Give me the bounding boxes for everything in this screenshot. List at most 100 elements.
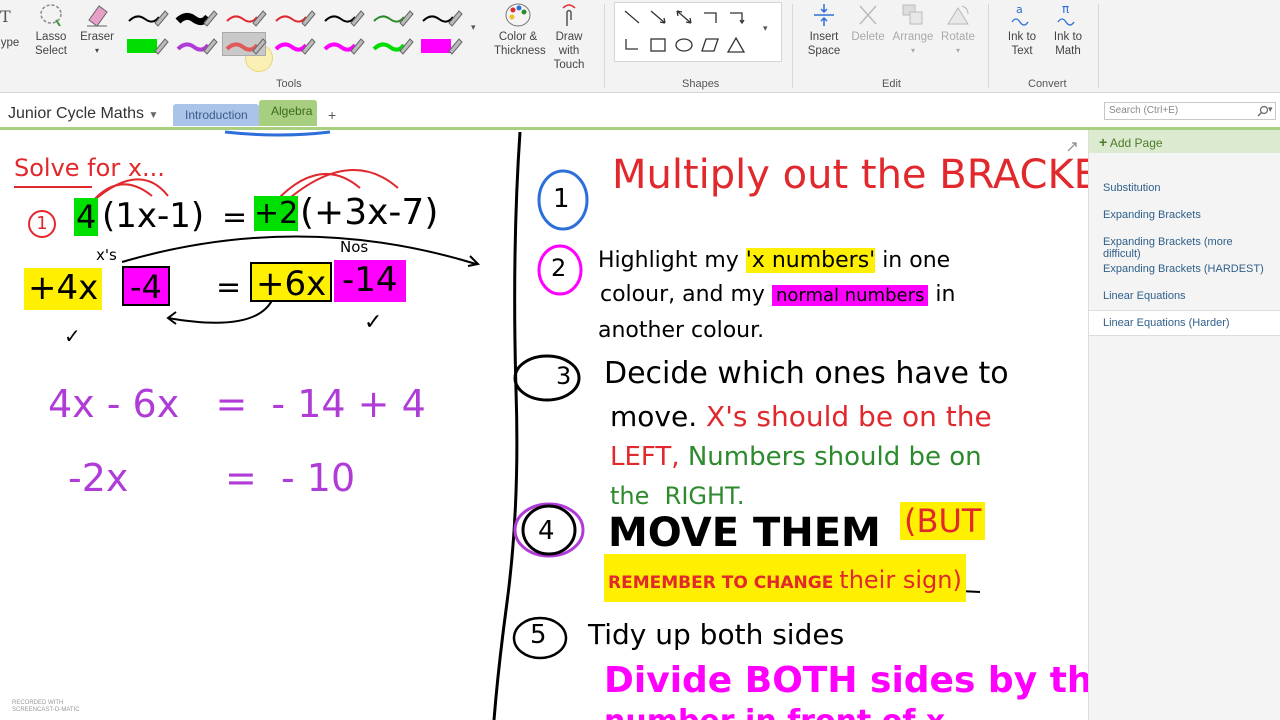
step5-line1: Tidy up both sides (588, 618, 845, 651)
page-item[interactable]: Substitution (1089, 176, 1280, 202)
step4-remember-text: REMEMBER TO CHANGE (608, 573, 840, 593)
triangle-shape-icon[interactable] (725, 35, 747, 55)
pen-swatch[interactable] (124, 32, 169, 56)
expand-icon[interactable] (1066, 140, 1078, 152)
insert-space-icon (814, 4, 834, 26)
arrange-button[interactable]: Arrange ▾ (890, 2, 936, 58)
eq1-left-bracket: (1x-1) (102, 196, 205, 236)
pen-swatch[interactable] (320, 4, 365, 28)
step3-move: move. (610, 400, 707, 433)
corner-shape-icon[interactable] (621, 35, 643, 55)
page-item[interactable]: Expanding Brackets (more difficult) (1089, 230, 1280, 260)
page-item-selected[interactable]: Linear Equations (Harder) (1089, 310, 1280, 336)
page-canvas[interactable]: Solve for x... 1 4 (1x-1) = +2 (+3x-7) x… (0, 130, 1088, 720)
color-thickness-button[interactable]: Color & Thickness (494, 2, 546, 58)
pen-icon (127, 38, 169, 55)
lasso-label-1: Lasso (35, 31, 67, 43)
eq1-left-coef: 4 (74, 198, 99, 236)
eq2-term2: -4 (122, 266, 170, 306)
svg-text:a: a (1016, 3, 1023, 16)
pen-icon (373, 10, 414, 27)
shapes-more-icon[interactable]: ▾ (763, 23, 768, 34)
step2-a: Highlight my (598, 248, 746, 273)
tools-group-label: Tools (276, 78, 302, 90)
eq3: 4x - 6x = - 14 + 4 (48, 382, 426, 426)
delete-button[interactable]: Delete (848, 2, 888, 44)
rotate-dropdown-icon[interactable]: ▾ (938, 44, 978, 58)
page-item[interactable]: Expanding Brackets (HARDEST) (1089, 257, 1280, 283)
eq2-term4: -14 (334, 260, 406, 302)
ink-to-text-button[interactable]: a Ink to Text (1000, 2, 1044, 58)
step2-normal-numbers: normal numbers (771, 285, 929, 306)
line-shape-icon[interactable] (621, 7, 643, 27)
eraser-dropdown-icon[interactable]: ▾ (78, 44, 116, 58)
lasso-select-button[interactable]: Lasso Select (30, 2, 72, 58)
pen-swatch[interactable] (222, 32, 267, 56)
add-page-label: Add Page (1109, 136, 1163, 150)
axis-shape-icon[interactable] (699, 7, 721, 27)
add-page-button[interactable]: + Add Page (1089, 130, 1280, 153)
notebook-selector[interactable]: Junior Cycle Maths ▼ (8, 105, 158, 123)
pen-swatch[interactable] (271, 32, 316, 56)
pen-icon (226, 10, 267, 27)
lasso-icon (40, 4, 62, 27)
step3-line4: the RIGHT. (610, 482, 745, 510)
nos-label: Nos (340, 238, 369, 256)
eraser-button[interactable]: Eraser ▾ (78, 2, 116, 58)
page-item[interactable]: Linear Equations (1089, 284, 1280, 310)
pen-swatch[interactable] (271, 4, 316, 28)
pen-swatch[interactable] (173, 4, 218, 28)
draw-with-touch-button[interactable]: Draw with Touch (544, 2, 594, 72)
arrange-dropdown-icon[interactable]: ▾ (890, 44, 936, 58)
palette-icon (505, 3, 531, 27)
pen-swatch[interactable] (369, 32, 414, 56)
type-button[interactable]: ype (0, 36, 20, 50)
pen-swatch[interactable] (418, 4, 463, 28)
pen-swatch[interactable] (320, 32, 365, 56)
delete-icon (859, 5, 877, 25)
separator (604, 4, 605, 88)
pen-swatch[interactable] (124, 4, 169, 28)
tab-algebra[interactable]: Algebra (259, 100, 317, 126)
add-section-button[interactable]: + (328, 107, 336, 123)
insert-space-button[interactable]: Insert Space (800, 2, 848, 58)
xs-label: x's (96, 246, 117, 264)
eq1-equals: = (222, 200, 248, 235)
step2-x-numbers: 'x numbers' (745, 248, 876, 273)
search-input[interactable]: Search (Ctrl+E) (1104, 102, 1276, 120)
ink-to-math-button[interactable]: π Ink to Math (1046, 2, 1090, 58)
parallelogram-shape-icon[interactable] (699, 35, 721, 55)
rotate-button[interactable]: Rotate ▾ (938, 2, 978, 58)
ink-to-math-label-1: Ink to (1053, 31, 1083, 43)
step1-text: Multiply out the BRACKETS (612, 152, 1088, 198)
pen-swatch[interactable] (173, 32, 218, 56)
pen-swatch[interactable] (222, 4, 267, 28)
rectangle-shape-icon[interactable] (647, 35, 669, 55)
eraser-icon (87, 5, 108, 27)
step2-line3: another colour. (598, 318, 765, 343)
type-icon[interactable]: T (0, 2, 20, 32)
page-item[interactable]: Expanding Brackets (1089, 203, 1280, 229)
ink-to-text-label-2: Text (1011, 45, 1033, 57)
pen-icon (372, 38, 414, 55)
step1-number: 1 (553, 184, 570, 214)
pen-swatch[interactable] (369, 4, 414, 28)
search-scope-dropdown-icon[interactable]: ▾ (1268, 104, 1273, 115)
gallery-more-icon[interactable]: ▾ (471, 22, 476, 33)
separator (792, 4, 793, 88)
arrow-shape-icon[interactable] (647, 7, 669, 27)
eq2-equals: = (216, 270, 242, 305)
pen-icon (275, 10, 316, 27)
chevron-down-icon: ▼ (148, 110, 159, 121)
separator (988, 4, 989, 88)
ellipse-shape-icon[interactable] (673, 35, 695, 55)
draw-touch-label-2: Touch (553, 59, 585, 71)
pen-icon (323, 38, 365, 55)
eq2-term1: +4x (24, 268, 103, 310)
double-arrow-shape-icon[interactable] (673, 7, 695, 27)
recording-watermark: RECORDED WITH SCREENCAST-O-MATIC (12, 700, 80, 714)
step4-number: 4 (538, 516, 555, 546)
axis-arrow-shape-icon[interactable] (725, 7, 747, 27)
tab-introduction[interactable]: Introduction (173, 104, 259, 126)
pen-swatch[interactable] (418, 32, 463, 56)
